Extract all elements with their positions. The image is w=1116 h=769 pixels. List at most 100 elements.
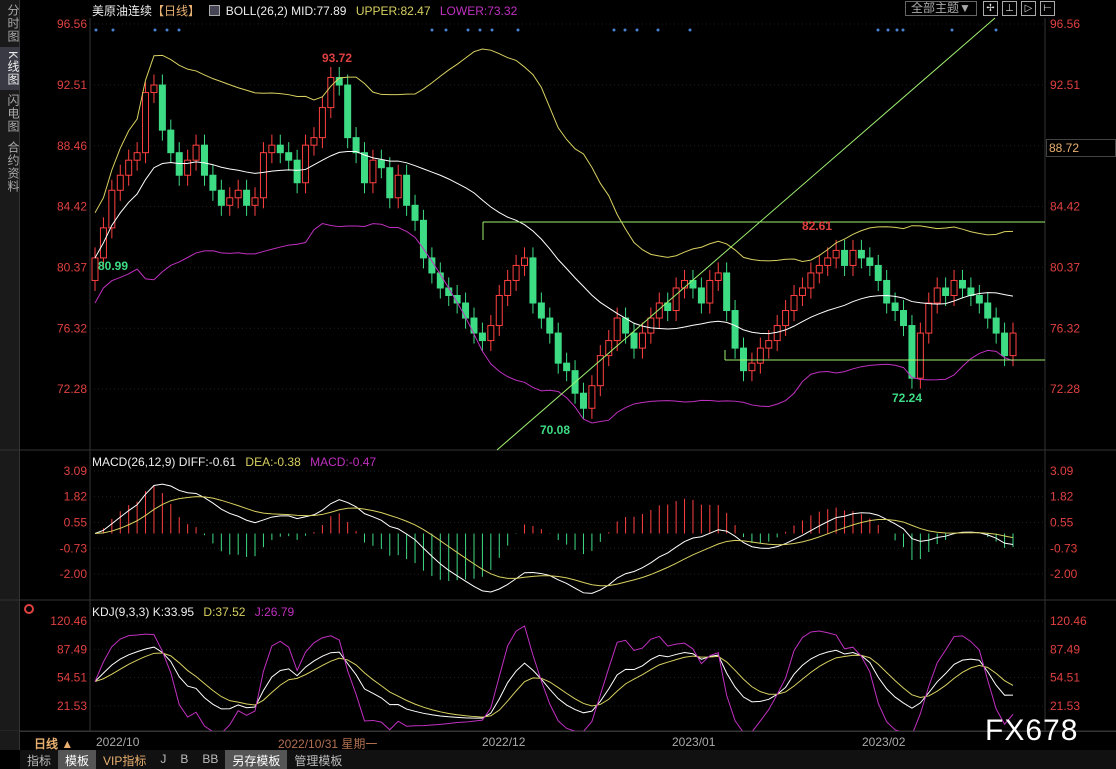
macd-header: MACD(26,12,9) DIFF:-0.61 DEA:-0.38 MACD:… <box>92 455 376 469</box>
instrument-name: 美原油连续 <box>92 4 153 18</box>
candle-down <box>209 174 217 191</box>
price-tick-left: 76.32 <box>57 321 87 335</box>
theme-dropdown[interactable]: 全部主题▼ <box>905 1 977 16</box>
candle-up <box>192 144 200 161</box>
event-dot <box>177 28 181 32</box>
tab-save-template[interactable]: 另存模板 <box>225 750 288 769</box>
candle-down <box>344 84 352 139</box>
event-dot <box>635 28 639 32</box>
candle-up <box>815 264 823 274</box>
candle-up <box>706 279 714 304</box>
chart-canvas[interactable]: 96.5696.5692.5192.5188.4688.4684.4284.42… <box>0 0 1116 731</box>
event-dot <box>516 28 520 32</box>
candle-down <box>386 167 394 199</box>
candle-up <box>950 279 958 296</box>
kdj-k: K:33.95 <box>152 605 195 619</box>
candle-up <box>849 249 857 266</box>
price-tick-right: 96.56 <box>1050 17 1080 31</box>
candle-down <box>554 332 562 364</box>
boll-lower: LOWER:73.32 <box>439 4 518 18</box>
candle-up <box>1009 332 1017 357</box>
candle-up <box>588 385 596 409</box>
candle-up <box>782 310 790 327</box>
candle-down <box>243 189 251 206</box>
candle-up <box>647 317 655 334</box>
tab-j[interactable]: J <box>153 750 173 769</box>
kdj-tick-right: 54.51 <box>1050 671 1080 685</box>
date-label: 2022/12 <box>482 735 526 749</box>
candle-up <box>184 159 192 176</box>
settings-sun-icon[interactable] <box>24 604 34 614</box>
candle-up <box>638 332 646 349</box>
move-right-button[interactable]: ⊢ <box>1040 1 1055 16</box>
candle-up <box>259 152 267 199</box>
macd-dea: DEA:-0.38 <box>245 455 301 469</box>
tab-vip-indicator[interactable]: VIP指标 <box>96 750 153 769</box>
boll-mid-line <box>94 151 1014 335</box>
candle-up <box>832 249 840 259</box>
candle-down <box>908 325 916 379</box>
price-tick-left: 84.42 <box>57 200 87 214</box>
candle-up <box>756 347 764 364</box>
candle-up <box>925 302 933 334</box>
event-dot <box>895 28 899 32</box>
candle-down <box>723 272 731 312</box>
candle-down <box>900 310 908 327</box>
candle-up <box>748 362 756 372</box>
candle-down <box>158 84 166 131</box>
price-tick-right: 84.42 <box>1050 200 1080 214</box>
candle-up <box>495 294 503 327</box>
event-dot <box>886 28 890 32</box>
event-dot <box>466 28 470 32</box>
tab-b[interactable]: B <box>173 750 195 769</box>
event-dot <box>950 28 954 32</box>
candle-down <box>984 302 992 319</box>
kdj-name: KDJ(9,3,3) <box>92 605 150 619</box>
candle-down <box>975 294 983 304</box>
range-button[interactable]: ⊥ <box>1002 1 1017 16</box>
candle-down <box>200 144 208 176</box>
event-dot <box>111 28 115 32</box>
kdj-tick-right: 87.49 <box>1050 642 1080 656</box>
candle-down <box>891 302 899 312</box>
candle-up <box>125 159 133 176</box>
kdj-tick-left: 21.53 <box>57 699 87 713</box>
extreme-label: 82.61 <box>802 219 832 233</box>
tab-manage-template[interactable]: 管理模板 <box>287 750 349 769</box>
kdj-d: D:37.52 <box>203 605 246 619</box>
candle-up <box>798 287 806 296</box>
period: 【日线】 <box>152 4 201 18</box>
candle-down <box>942 287 950 296</box>
candle-down <box>992 317 1000 334</box>
tab-indicator[interactable]: 指标 <box>20 750 58 769</box>
play-button[interactable]: ▷ <box>1021 1 1036 16</box>
kdj-k-line <box>94 646 1014 719</box>
candle-down <box>841 249 849 266</box>
crosshair-button[interactable]: ✢ <box>983 1 998 16</box>
tab-bb[interactable]: BB <box>195 750 225 769</box>
candle-down <box>563 362 571 372</box>
boll-name: BOLL(26,2) <box>225 4 288 18</box>
kdj-header: KDJ(9,3,3) K:33.95 D:37.52 J:26.79 <box>92 605 294 619</box>
kdj-tick-left: 54.51 <box>57 671 87 685</box>
price-tick-right: 92.51 <box>1050 78 1080 92</box>
price-tick-right: 76.32 <box>1050 321 1080 335</box>
kdj-tick-right: 21.53 <box>1050 699 1080 713</box>
candle-up <box>133 152 141 161</box>
candle-up <box>150 84 158 94</box>
candle-down <box>361 152 369 184</box>
boll-upper: UPPER:82.47 <box>355 4 431 18</box>
tab-template[interactable]: 模板 <box>58 750 97 769</box>
candle-down <box>285 152 293 161</box>
boll-indicator-icon[interactable] <box>209 5 221 16</box>
candle-up <box>790 294 798 312</box>
price-tick-left: 96.56 <box>57 17 87 31</box>
macd-tick-right: -0.73 <box>1050 541 1078 555</box>
event-dot <box>153 28 157 32</box>
candle-up <box>369 159 377 184</box>
candle-down <box>883 279 891 304</box>
candle-up <box>504 279 512 296</box>
candle-up <box>714 272 722 281</box>
kdj-tick-right: 120.46 <box>1050 614 1087 628</box>
candle-down <box>377 159 385 169</box>
